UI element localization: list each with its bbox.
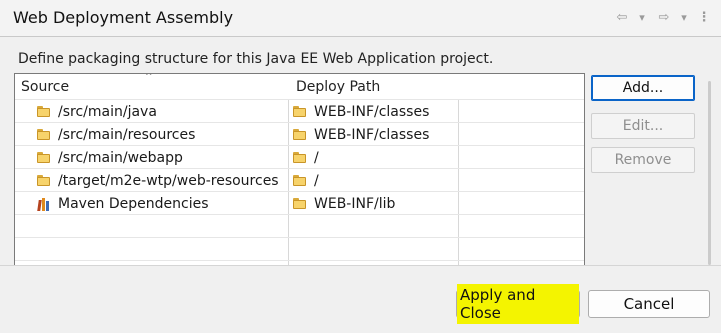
table-row[interactable]: /target/m2e-wtp/web-resources / [15,168,584,192]
table-row-empty [15,237,584,261]
cancel-button[interactable]: Cancel [588,290,710,318]
table-row[interactable]: /src/main/resources WEB-INF/classes [15,122,584,146]
sort-ascending-icon: ^ [145,73,153,82]
vertical-scrollbar[interactable] [705,81,715,265]
table-row-empty [15,214,584,238]
source-cell: /target/m2e-wtp/web-resources [58,172,279,189]
table-header: Source ^ Deploy Path [15,74,584,100]
deploy-path-cell: WEB-INF/classes [314,126,430,143]
folder-icon [293,175,307,186]
dialog-header: Web Deployment Assembly ⇦ ▾ ⇨ ▾ ⋮ [0,0,721,36]
main-panel: Define packaging structure for this Java… [0,37,721,266]
apply-and-close-button[interactable]: Apply and Close [456,284,580,324]
folder-icon [293,152,307,163]
scrollbar-thumb[interactable] [708,81,711,265]
page-title: Web Deployment Assembly [13,8,234,27]
deploy-path-cell: WEB-INF/lib [314,195,396,212]
table-row[interactable]: Maven Dependencies WEB-INF/lib [15,191,584,215]
folder-icon [37,175,51,186]
forward-dropdown-icon[interactable]: ▾ [677,9,691,25]
apply-and-close-label: Apply and Close [457,284,579,324]
deploy-path-cell: WEB-INF/classes [314,103,430,120]
deploy-path-cell: / [314,149,319,166]
folder-icon [37,106,51,117]
deployment-table[interactable]: Source ^ Deploy Path /src/main/java WEB-… [14,73,585,266]
edit-button[interactable]: Edit... [591,113,695,139]
column-header-source[interactable]: Source [21,79,69,95]
back-arrow-icon[interactable]: ⇦ [613,9,631,25]
table-row[interactable]: /src/main/webapp / [15,145,584,169]
folder-icon [37,129,51,140]
maven-library-icon [37,197,51,211]
remove-button[interactable]: Remove [591,147,695,173]
source-cell: /src/main/resources [58,126,196,143]
add-button[interactable]: Add... [591,75,695,101]
page-description: Define packaging structure for this Java… [18,51,494,67]
column-header-deploy-path[interactable]: Deploy Path [296,79,380,95]
source-cell: /src/main/java [58,103,157,120]
folder-icon [293,198,307,209]
footer-divider [0,265,721,266]
more-options-icon[interactable]: ⋮ [697,9,711,25]
back-dropdown-icon[interactable]: ▾ [635,9,649,25]
deploy-path-cell: / [314,172,319,189]
forward-arrow-icon[interactable]: ⇨ [655,9,673,25]
table-row[interactable]: /src/main/java WEB-INF/classes [15,99,584,123]
folder-icon [37,152,51,163]
folder-icon [293,106,307,117]
source-cell: Maven Dependencies [58,195,209,212]
source-cell: /src/main/webapp [58,149,183,166]
folder-icon [293,129,307,140]
